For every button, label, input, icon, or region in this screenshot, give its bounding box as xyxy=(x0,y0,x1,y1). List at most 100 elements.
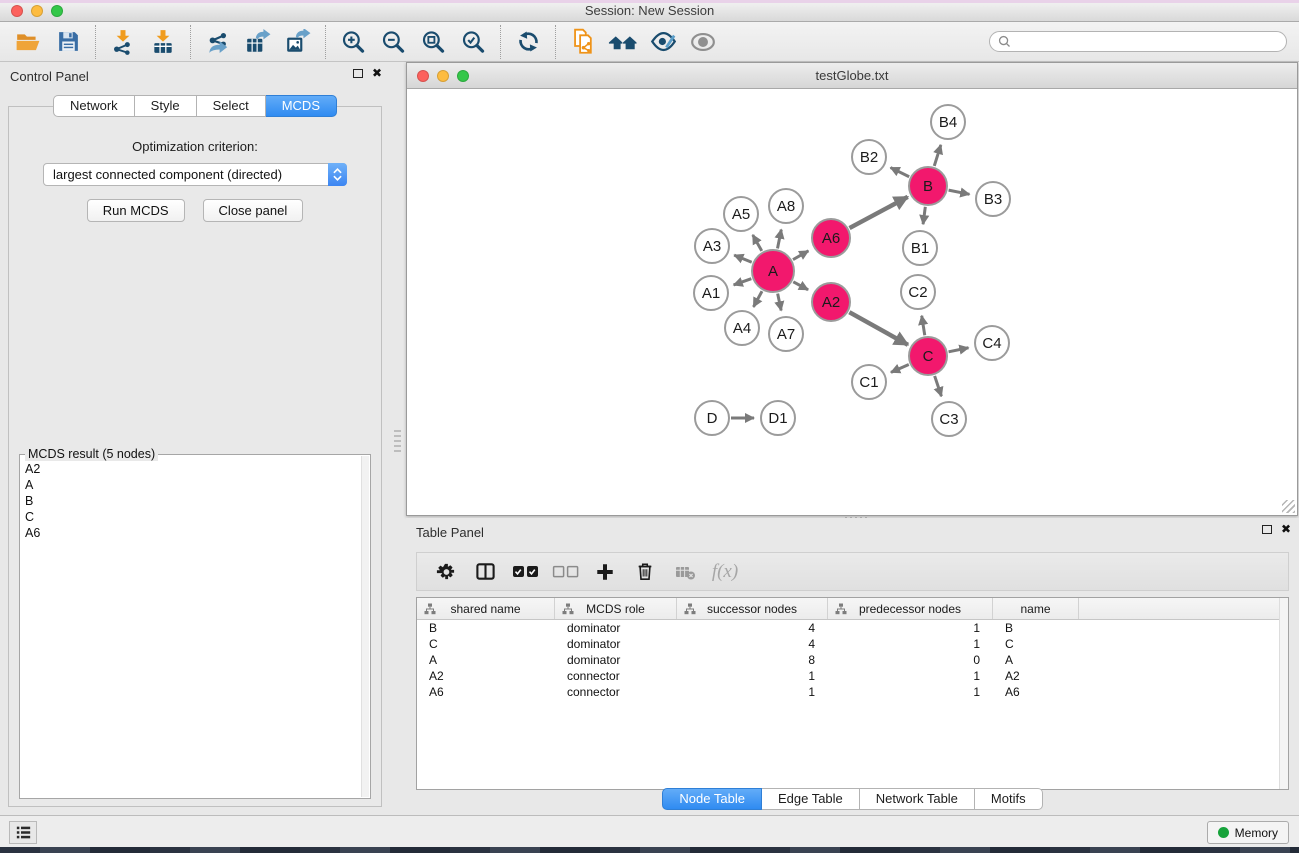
table-cell[interactable]: C xyxy=(417,637,555,651)
table-cell[interactable]: 1 xyxy=(828,685,993,699)
table-cell[interactable]: 4 xyxy=(677,621,828,635)
node-A6[interactable]: A6 xyxy=(812,219,850,257)
mcds-result-item[interactable]: A6 xyxy=(25,525,361,541)
node-A7[interactable]: A7 xyxy=(769,317,803,351)
zoom-in-button[interactable] xyxy=(333,24,373,60)
column-header-name[interactable]: name xyxy=(993,598,1079,619)
table-cell[interactable]: 1 xyxy=(677,685,828,699)
close-panel-icon[interactable]: ✖ xyxy=(372,68,382,78)
node-C[interactable]: C xyxy=(909,337,947,375)
column-header-successor-nodes[interactable]: successor nodes xyxy=(677,598,828,619)
node-B[interactable]: B xyxy=(909,167,947,205)
edge-C-C2[interactable] xyxy=(922,316,925,336)
table-row[interactable]: A6connector11A6 xyxy=(417,684,1288,700)
node-D[interactable]: D xyxy=(695,401,729,435)
search-input[interactable] xyxy=(1016,35,1278,49)
mcds-result-scrollbar[interactable] xyxy=(361,456,369,797)
close-panel-button[interactable]: Close panel xyxy=(203,199,304,222)
table-cell[interactable]: 1 xyxy=(828,669,993,683)
edge-B-B2[interactable] xyxy=(891,168,910,177)
table-cell[interactable]: 1 xyxy=(677,669,828,683)
table-cell[interactable]: A2 xyxy=(417,669,555,683)
node-B1[interactable]: B1 xyxy=(903,231,937,265)
annotation-mode-button[interactable] xyxy=(643,24,683,60)
node-B3[interactable]: B3 xyxy=(976,182,1010,216)
edge-B-B3[interactable] xyxy=(949,190,970,194)
save-session-button[interactable] xyxy=(48,24,88,60)
network-graph[interactable]: AA1A2A3A4A5A6A7A8BB1B2B3B4CC1C2C3C4DD1 xyxy=(407,89,1297,515)
edge-A-A3[interactable] xyxy=(734,255,752,262)
table-cell[interactable]: connector xyxy=(555,685,677,699)
table-cell[interactable]: 1 xyxy=(828,637,993,651)
tab-mcds[interactable]: MCDS xyxy=(266,95,337,117)
edge-A-A1[interactable] xyxy=(734,279,752,285)
mcds-result-item[interactable]: C xyxy=(25,509,361,525)
edge-A6-B[interactable] xyxy=(850,197,908,228)
node-A3[interactable]: A3 xyxy=(695,229,729,263)
tab-edge-table[interactable]: Edge Table xyxy=(762,788,860,810)
edge-B-B1[interactable] xyxy=(923,207,925,224)
table-row[interactable]: A2connector11A2 xyxy=(417,668,1288,684)
table-cell[interactable]: C xyxy=(993,637,1079,651)
tab-network-table[interactable]: Network Table xyxy=(860,788,975,810)
network-window-titlebar[interactable]: testGlobe.txt xyxy=(407,63,1297,89)
export-table-button[interactable] xyxy=(238,24,278,60)
import-network-button[interactable] xyxy=(103,24,143,60)
table-cell[interactable]: 4 xyxy=(677,637,828,651)
export-network-button[interactable] xyxy=(198,24,238,60)
tab-motifs[interactable]: Motifs xyxy=(975,788,1043,810)
table-cell[interactable]: connector xyxy=(555,669,677,683)
deselect-all-button[interactable] xyxy=(547,556,583,588)
node-A8[interactable]: A8 xyxy=(769,189,803,223)
edge-A-A4[interactable] xyxy=(753,291,762,307)
edge-A-A7[interactable] xyxy=(778,294,782,311)
duplicate-network-button[interactable] xyxy=(563,24,603,60)
node-C4[interactable]: C4 xyxy=(975,326,1009,360)
network-canvas[interactable]: AA1A2A3A4A5A6A7A8BB1B2B3B4CC1C2C3C4DD1 xyxy=(407,89,1297,515)
table-row[interactable]: Cdominator41C xyxy=(417,636,1288,652)
node-A2[interactable]: A2 xyxy=(812,283,850,321)
delete-table-button[interactable] xyxy=(667,556,703,588)
zoom-fit-button[interactable] xyxy=(413,24,453,60)
zoom-selected-button[interactable] xyxy=(453,24,493,60)
node-A4[interactable]: A4 xyxy=(725,311,759,345)
column-header-mcds-role[interactable]: MCDS role xyxy=(555,598,677,619)
open-file-button[interactable] xyxy=(8,24,48,60)
table-cell[interactable]: dominator xyxy=(555,621,677,635)
criterion-dropdown[interactable]: largest connected component (directed) xyxy=(43,163,347,186)
task-history-button[interactable] xyxy=(9,821,37,844)
table-cell[interactable]: A6 xyxy=(993,685,1079,699)
node-A[interactable]: A xyxy=(752,250,794,292)
node-A5[interactable]: A5 xyxy=(724,197,758,231)
function-builder-button[interactable]: f(x) xyxy=(707,556,743,588)
table-cell[interactable]: dominator xyxy=(555,653,677,667)
table-cell[interactable]: 8 xyxy=(677,653,828,667)
search-field[interactable] xyxy=(989,31,1287,52)
table-cell[interactable]: B xyxy=(417,621,555,635)
node-C2[interactable]: C2 xyxy=(901,275,935,309)
delete-column-button[interactable] xyxy=(627,556,663,588)
tab-select[interactable]: Select xyxy=(197,95,266,117)
edge-B-B4[interactable] xyxy=(934,145,941,166)
edge-A-A6[interactable] xyxy=(793,251,808,260)
table-row[interactable]: Bdominator41B xyxy=(417,620,1288,636)
session-home-button[interactable] xyxy=(603,24,643,60)
tab-node-table[interactable]: Node Table xyxy=(662,788,762,810)
split-panel-button[interactable] xyxy=(467,556,503,588)
tab-network[interactable]: Network xyxy=(53,95,135,117)
import-table-button[interactable] xyxy=(143,24,183,60)
edge-C-C3[interactable] xyxy=(935,376,942,396)
mcds-result-item[interactable]: A xyxy=(25,477,361,493)
edge-C-C4[interactable] xyxy=(949,348,969,352)
toggle-visibility-button[interactable] xyxy=(683,24,723,60)
node-C1[interactable]: C1 xyxy=(852,365,886,399)
float-table-panel-icon[interactable] xyxy=(1262,525,1272,534)
edge-A-A2[interactable] xyxy=(793,282,808,290)
node-B2[interactable]: B2 xyxy=(852,140,886,174)
export-image-button[interactable] xyxy=(278,24,318,60)
zoom-out-button[interactable] xyxy=(373,24,413,60)
table-cell[interactable]: 1 xyxy=(828,621,993,635)
window-resize-grip[interactable] xyxy=(1282,500,1295,513)
memory-button[interactable]: Memory xyxy=(1207,821,1289,844)
edge-A-A8[interactable] xyxy=(778,230,782,249)
